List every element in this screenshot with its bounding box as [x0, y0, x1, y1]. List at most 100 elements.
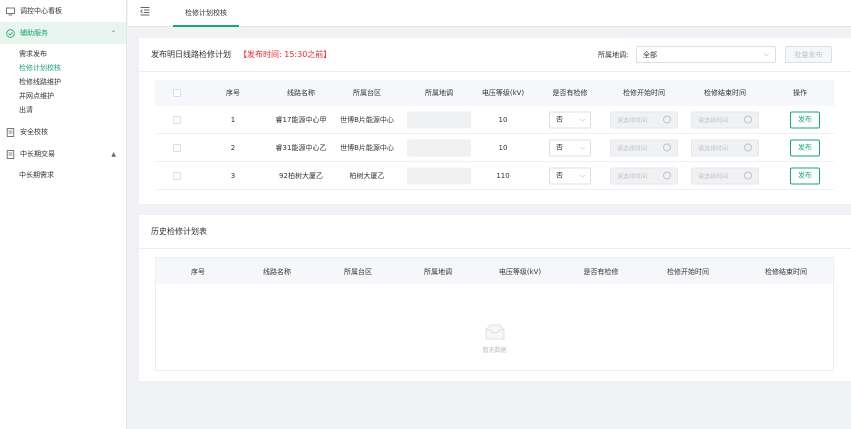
col-header: 检修开始时间: [623, 89, 665, 97]
menu-fold-icon[interactable]: [140, 6, 150, 16]
clock-icon: [744, 143, 752, 151]
start-time-picker[interactable]: 请选择时间: [610, 167, 678, 184]
clock-icon: [663, 143, 671, 151]
col-header: 检修开始时间: [667, 268, 709, 276]
sidebar-item-long-term[interactable]: 中长期交易 ▲: [0, 143, 126, 165]
row-region-cell: [407, 111, 471, 128]
empty-state: 暂无数据: [482, 324, 507, 354]
maint-select-value: 否: [556, 115, 563, 124]
clock-icon: [744, 115, 752, 123]
chevron-up-icon: ⌃: [110, 29, 116, 37]
chevron-up-icon: ▲: [111, 150, 116, 158]
monitor-icon: [6, 7, 15, 16]
batch-publish-button[interactable]: 批量发布: [785, 46, 832, 63]
maint-select-value: 否: [556, 143, 563, 152]
region-select[interactable]: 全部 ⌵: [636, 46, 776, 63]
plan-card-header: 发布明日线路检修计划 【发布时间: 15:30之前】 所属地调: 全部 ⌵ 批量…: [139, 38, 851, 72]
sidebar-sub-maint-check[interactable]: 检修计划校核: [0, 61, 126, 75]
sidebar-sub-clearing[interactable]: 出清: [0, 103, 126, 117]
row-checkbox[interactable]: [173, 115, 181, 124]
col-header: 所属地调: [425, 89, 453, 97]
sidebar-item-dashboard[interactable]: 调控中心看板: [0, 0, 126, 22]
row-index: 1: [230, 115, 236, 124]
row-area: 柏树大厦乙: [349, 171, 385, 180]
row-checkbox[interactable]: [173, 143, 181, 152]
history-table: 序号 线路名称 所属台区 所属地调 电压等级(kV) 是否有检修 检修开始时间 …: [155, 257, 834, 371]
document-icon: [6, 149, 15, 159]
col-header: 是否有检修: [583, 268, 619, 276]
history-title: 历史检修计划表: [151, 227, 207, 236]
row-index: 2: [230, 143, 236, 152]
end-time-picker[interactable]: 请选择时间: [691, 167, 759, 184]
check-circle-icon: [6, 28, 15, 38]
sidebar-item-label: 辅助服务: [20, 29, 48, 37]
aux-submenu: 需求发布 检修计划校核 检修线路维护 并网点维护 出清: [0, 44, 126, 121]
col-header: 是否有检修: [552, 89, 588, 97]
col-header: 线路名称: [287, 89, 315, 97]
sidebar-item-security[interactable]: 安全校核: [0, 121, 126, 143]
col-header: 电压等级(kV): [498, 268, 542, 276]
col-header: 操作: [793, 89, 807, 97]
end-time-placeholder: 请选择时间: [698, 145, 729, 152]
col-header: 线路名称: [263, 268, 291, 276]
col-header: 所属台区: [353, 89, 381, 97]
maint-select[interactable]: 否 ⌵: [549, 111, 591, 128]
sidebar-sub-long-demand[interactable]: 中长期需求: [0, 168, 126, 182]
sidebar-sub-line-maint[interactable]: 检修线路维护: [0, 75, 126, 89]
end-time-placeholder: 请选择时间: [698, 117, 729, 124]
row-voltage: 110: [496, 171, 510, 180]
clock-icon: [663, 171, 671, 179]
sidebar-item-label: 调控中心看板: [20, 7, 62, 15]
row-line-name: 92柏树大厦乙: [279, 171, 323, 180]
chevron-down-icon: ⌵: [579, 115, 585, 123]
col-header: 检修结束时间: [704, 89, 746, 97]
col-header: 序号: [226, 89, 240, 97]
publish-button[interactable]: 发布: [790, 111, 820, 128]
chevron-down-icon: ⌵: [579, 143, 585, 151]
sidebar-sub-demand-publish[interactable]: 需求发布: [0, 47, 126, 61]
col-header: 所属台区: [344, 268, 372, 276]
col-header: 所属地调: [424, 268, 452, 276]
row-area: 世博B片能源中心: [340, 143, 394, 152]
end-time-picker[interactable]: 请选择时间: [691, 139, 759, 156]
row-area: 世博B片能源中心: [340, 115, 394, 124]
sidebar-item-label: 中长期交易: [20, 150, 55, 158]
sidebar-item-aux-service[interactable]: 辅助服务 ⌃: [0, 22, 126, 44]
table-row: 2 睿31能源中心乙 世博B片能源中心 10 否 ⌵ 请选择时间 请选择时间 发…: [155, 134, 834, 162]
row-checkbox[interactable]: [173, 171, 181, 180]
row-line-name: 睿31能源中心乙: [275, 143, 327, 152]
publish-button[interactable]: 发布: [790, 139, 820, 156]
start-time-placeholder: 请选择时间: [617, 173, 648, 180]
start-time-picker[interactable]: 请选择时间: [610, 111, 678, 128]
select-all-checkbox[interactable]: [173, 89, 181, 97]
row-index: 3: [230, 171, 236, 180]
start-time-placeholder: 请选择时间: [617, 117, 648, 124]
row-region-cell: [407, 139, 471, 156]
tab-maint-check[interactable]: 检修计划校核: [173, 0, 239, 27]
plan-card: 发布明日线路检修计划 【发布时间: 15:30之前】 所属地调: 全部 ⌵ 批量…: [139, 38, 851, 204]
plan-table-header: 序号 线路名称 所属台区 所属地调 电压等级(kV) 是否有检修 检修开始时间 …: [155, 80, 834, 106]
maint-select[interactable]: 否 ⌵: [549, 167, 591, 184]
sidebar: 调控中心看板 辅助服务 ⌃ 需求发布 检修计划校核 检修线路维护 并网点维护 出…: [0, 0, 127, 429]
start-time-picker[interactable]: 请选择时间: [610, 139, 678, 156]
end-time-picker[interactable]: 请选择时间: [691, 111, 759, 128]
document-icon: [6, 127, 15, 137]
long-term-submenu: 中长期需求: [0, 165, 126, 186]
start-time-placeholder: 请选择时间: [617, 145, 648, 152]
row-voltage: 10: [498, 115, 508, 124]
table-row: 1 睿17能源中心甲 世博B片能源中心 10 否 ⌵ 请选择时间 请选择时间 发…: [155, 106, 834, 134]
publish-button[interactable]: 发布: [790, 167, 820, 184]
topbar: 检修计划校核: [128, 0, 851, 27]
maint-select[interactable]: 否 ⌵: [549, 139, 591, 156]
table-row: 3 92柏树大厦乙 柏树大厦乙 110 否 ⌵ 请选择时间 请选择时间 发布: [155, 162, 834, 190]
chevron-down-icon: ⌵: [579, 171, 585, 179]
row-line-name: 睿17能源中心甲: [275, 115, 327, 124]
plan-table: 序号 线路名称 所属台区 所属地调 电压等级(kV) 是否有检修 检修开始时间 …: [155, 80, 834, 190]
region-select-value: 全部: [643, 50, 657, 59]
col-header: 检修结束时间: [765, 268, 807, 276]
row-region-cell: [407, 167, 471, 184]
end-time-placeholder: 请选择时间: [698, 173, 729, 180]
history-card-header: 历史检修计划表: [139, 215, 851, 249]
clock-icon: [663, 115, 671, 123]
sidebar-sub-grid-point[interactable]: 并网点维护: [0, 89, 126, 103]
